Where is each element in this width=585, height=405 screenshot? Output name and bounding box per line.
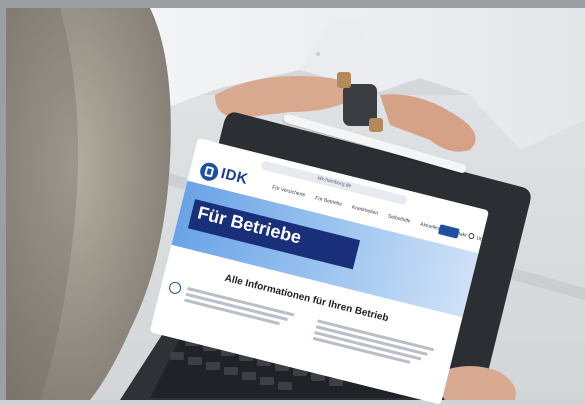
nav-cta-button[interactable] xyxy=(437,224,460,239)
nav-item[interactable]: Selbsthilfe xyxy=(387,213,411,224)
nav-item[interactable]: Für Versicherte xyxy=(272,185,306,199)
photo-border-top xyxy=(0,0,585,8)
site-logo-text: IDK xyxy=(219,164,250,189)
nav-item[interactable]: Für Betriebe xyxy=(315,195,343,207)
nav-item[interactable]: Krankheiten xyxy=(351,204,378,216)
info-icon xyxy=(167,280,183,296)
photo-border-left xyxy=(0,0,6,400)
body-text-line xyxy=(185,292,289,322)
body-text-line xyxy=(314,330,422,361)
nav-item[interactable]: Aktuelles xyxy=(419,221,440,232)
idk-logo-icon xyxy=(198,160,221,183)
